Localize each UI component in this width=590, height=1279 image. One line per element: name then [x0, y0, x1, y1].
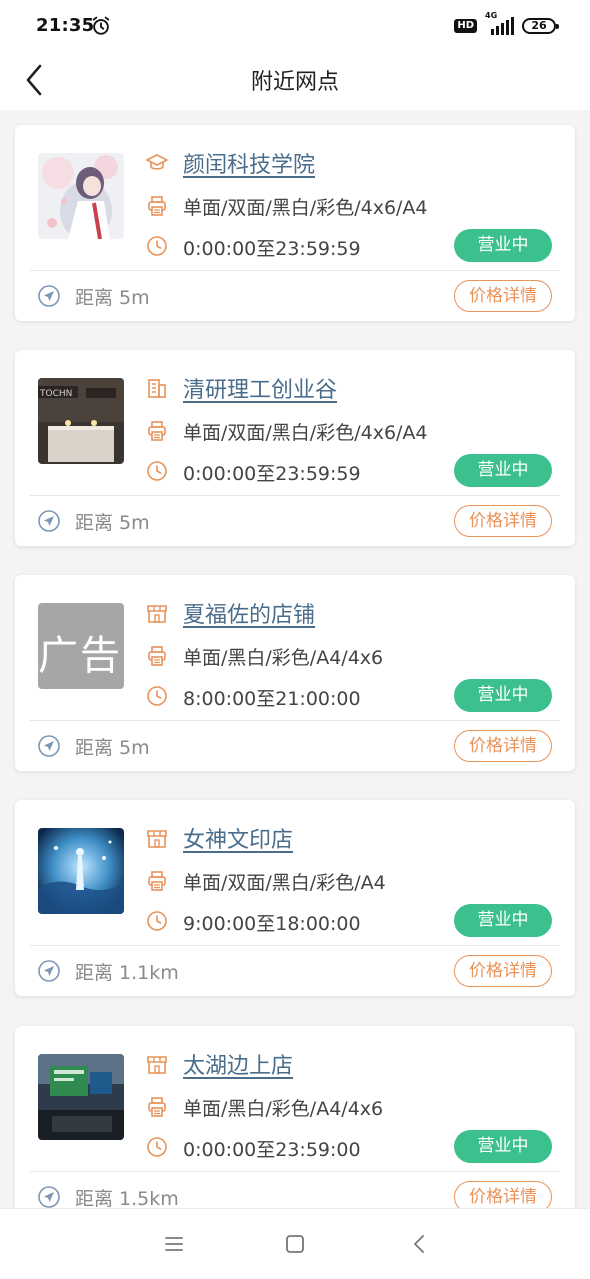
home-icon[interactable] [280, 1229, 310, 1259]
battery-icon: 26 [522, 18, 559, 34]
building-icon [145, 376, 169, 400]
shop-card[interactable]: 颜闰科技学院 单面/双面/黑白/彩色/4x6/A4 0:00:00至23:59:… [15, 125, 575, 321]
clock-icon [145, 684, 169, 708]
network-type: 4G [485, 11, 498, 20]
business-hours: 0:00:00至23:59:59 [183, 463, 361, 485]
shop-list[interactable]: 颜闰科技学院 单面/双面/黑白/彩色/4x6/A4 0:00:00至23:59:… [0, 110, 590, 1208]
print-services: 单面/黑白/彩色/A4/4x6 [183, 647, 384, 669]
price-details-button[interactable]: 价格详情 [454, 505, 552, 537]
battery-level: 26 [531, 19, 547, 32]
clock-icon [145, 234, 169, 258]
menu-icon[interactable] [159, 1229, 189, 1259]
price-details-button[interactable]: 价格详情 [454, 955, 552, 987]
blue-fantasy-thumbnail [38, 828, 124, 914]
status-time: 21:35 [36, 15, 95, 36]
graduation-cap-icon [145, 151, 169, 175]
shop-card[interactable]: TOCHN 清研理工创业谷 单面/双面/黑白/彩色/4x6/A4 0:00:00… [15, 350, 575, 546]
office-reception-thumbnail: TOCHN [38, 378, 124, 464]
print-services: 单面/黑白/彩色/A4/4x6 [183, 1098, 384, 1120]
signal-strength-icon: 4G [485, 11, 514, 35]
divider [30, 495, 560, 496]
back-icon[interactable] [405, 1229, 435, 1259]
shop-card[interactable]: 太湖边上店 单面/黑白/彩色/A4/4x6 0:00:00至23:59:00 营… [15, 1026, 575, 1208]
shop-card[interactable]: 女神文印店 单面/双面/黑白/彩色/A4 9:00:00至18:00:00 营业… [15, 800, 575, 996]
divider [30, 720, 560, 721]
distance-label: 距离 1.1km [75, 962, 179, 984]
divider [30, 270, 560, 271]
navigation-icon [37, 509, 61, 533]
distance-label: 距离 1.5km [75, 1188, 179, 1208]
shop-card[interactable]: 广告 夏福佐的店铺 单面/黑白/彩色/A4/4x6 8:00:00至21:00:… [15, 575, 575, 771]
business-hours: 8:00:00至21:00:00 [183, 688, 361, 710]
status-bar: 21:35 HD 4G 26 [0, 0, 590, 54]
business-hours: 0:00:00至23:59:59 [183, 238, 361, 260]
distance-label: 距离 5m [75, 512, 150, 534]
system-navigation-bar [0, 1208, 590, 1279]
shop-name[interactable]: 太湖边上店 [183, 1048, 293, 1080]
business-hours: 0:00:00至23:59:00 [183, 1139, 361, 1161]
printer-icon [145, 194, 169, 218]
shop-name[interactable]: 颜闰科技学院 [183, 147, 315, 179]
price-details-button[interactable]: 价格详情 [454, 1181, 552, 1208]
navigation-icon [37, 284, 61, 308]
store-icon [145, 826, 169, 850]
shop-name[interactable]: 清研理工创业谷 [183, 372, 337, 404]
status-badge: 营业中 [454, 1130, 552, 1163]
hd-badge: HD [454, 19, 477, 33]
price-details-button[interactable]: 价格详情 [454, 730, 552, 762]
alarm-clock-icon [92, 16, 110, 35]
print-kiosk-thumbnail [38, 1054, 124, 1140]
ad-placeholder-thumbnail: 广告 [38, 603, 124, 689]
divider [30, 945, 560, 946]
clock-icon [145, 459, 169, 483]
status-badge: 营业中 [454, 229, 552, 262]
printer-icon [145, 1095, 169, 1119]
ad-placeholder-text: 广告 [38, 633, 122, 679]
printer-icon [145, 644, 169, 668]
store-icon [145, 601, 169, 625]
shop-name[interactable]: 夏福佐的店铺 [183, 597, 315, 629]
printer-icon [145, 419, 169, 443]
page-header: 附近网点 [0, 54, 590, 110]
divider [30, 1171, 560, 1172]
print-services: 单面/双面/黑白/彩色/A4 [183, 872, 386, 894]
status-badge: 营业中 [454, 454, 552, 487]
store-icon [145, 1052, 169, 1076]
price-details-button[interactable]: 价格详情 [454, 280, 552, 312]
page-title: 附近网点 [250, 70, 339, 95]
print-services: 单面/双面/黑白/彩色/4x6/A4 [183, 197, 428, 219]
status-indicators: HD 4G 26 [454, 11, 559, 37]
navigation-icon [37, 734, 61, 758]
navigation-icon [37, 959, 61, 983]
anime-girl-thumbnail [38, 153, 124, 239]
svg-text:TOCHN: TOCHN [39, 389, 72, 399]
printer-icon [145, 869, 169, 893]
status-badge: 营业中 [454, 679, 552, 712]
distance-label: 距离 5m [75, 287, 150, 309]
shop-name[interactable]: 女神文印店 [183, 822, 293, 854]
clock-icon [145, 1135, 169, 1159]
navigation-icon [37, 1185, 61, 1208]
distance-label: 距离 5m [75, 737, 150, 759]
status-badge: 营业中 [454, 904, 552, 937]
business-hours: 9:00:00至18:00:00 [183, 913, 361, 935]
print-services: 单面/双面/黑白/彩色/4x6/A4 [183, 422, 428, 444]
clock-icon [145, 909, 169, 933]
